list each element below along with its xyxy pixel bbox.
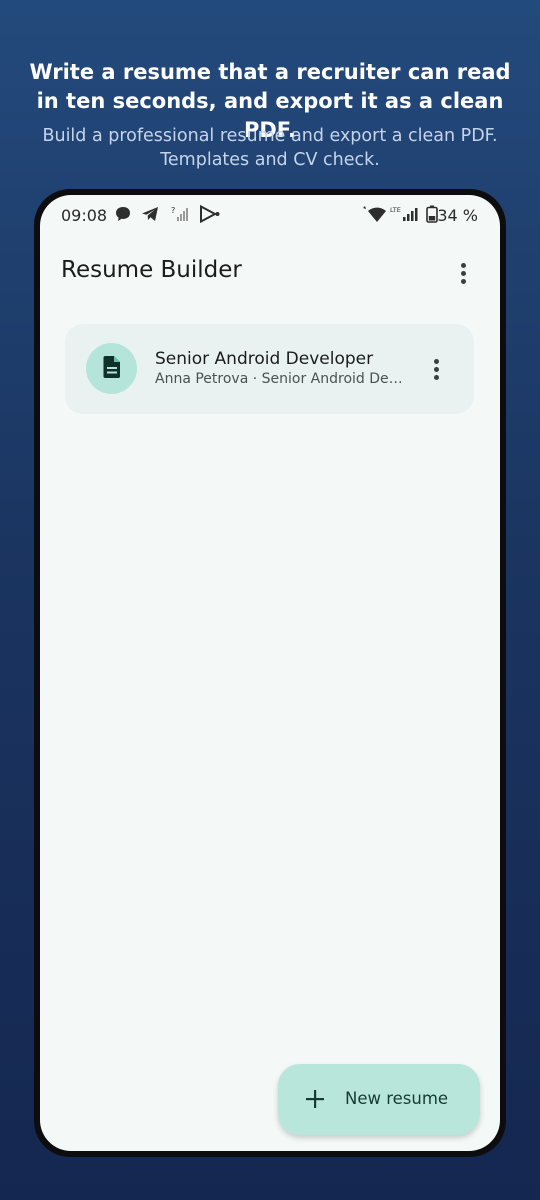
resume-title: Senior Android Developer [155,349,374,369]
app-screen: 09:08 ? LTE 34 % Resume Builder Senior A… [40,195,500,1151]
status-time: 09:08 [61,206,108,225]
svg-text:LTE: LTE [390,206,401,214]
status-bar: 09:08 ? LTE 34 % [40,195,500,235]
signal-question-icon: ? [171,205,189,227]
lte-signal-icon: LTE [390,205,420,227]
svg-text:?: ? [171,206,175,215]
chat-bubble-icon [114,205,132,227]
wifi-icon [360,205,388,227]
app-title: Resume Builder [61,257,242,283]
resume-avatar [86,343,137,394]
more-vert-icon [460,262,466,268]
phone-frame: 09:08 ? LTE 34 % Resume Builder Senior A… [34,189,506,1157]
resume-card[interactable]: Senior Android Developer Anna Petrova · … [65,324,474,414]
battery-icon [426,205,438,227]
document-icon [102,355,122,383]
resume-menu-button[interactable] [424,356,448,382]
promo-subtitle: Build a professional resume and export a… [42,126,498,170]
telegram-icon [141,205,160,227]
new-resume-label: New resume [345,1089,449,1108]
battery-level: 34 % [437,206,478,225]
more-vert-icon [433,358,439,364]
plus-icon [304,1088,326,1110]
more-options-button[interactable] [448,258,478,288]
resume-subtitle: Anna Petrova · Senior Android Developer [155,371,405,387]
play-store-icon [199,204,221,227]
new-resume-button[interactable]: New resume [278,1064,480,1135]
